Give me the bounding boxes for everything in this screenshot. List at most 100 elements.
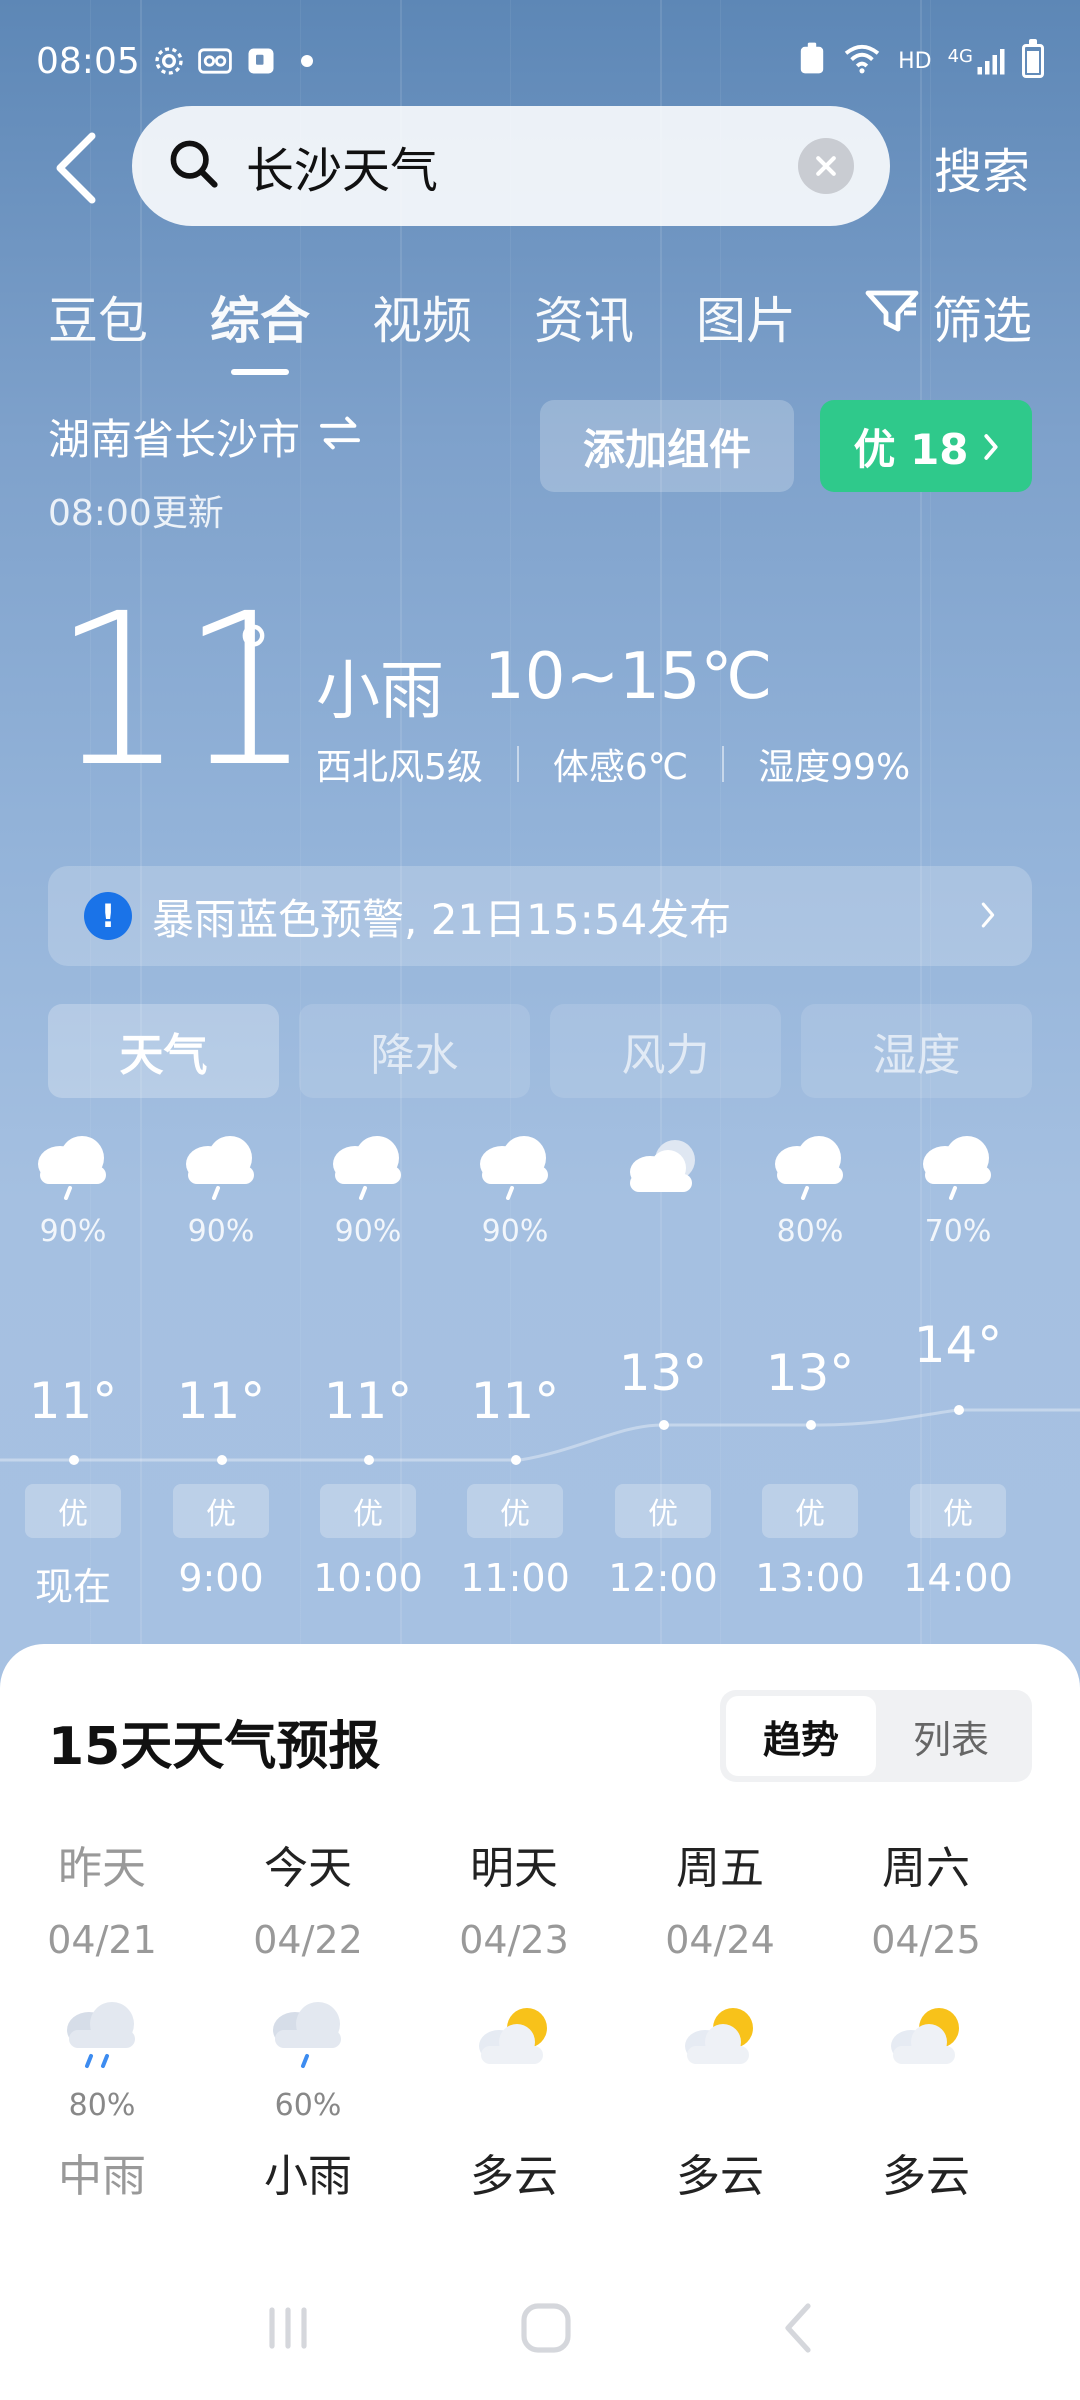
status-bar: 08:05 HD 4G	[36, 36, 1044, 86]
view-toggle: 趋势 列表	[720, 1690, 1032, 1782]
day-name: 昨天	[58, 1843, 146, 1894]
temp-point	[954, 1405, 964, 1415]
tab-video[interactable]: 视频	[372, 281, 472, 353]
tab-wind[interactable]: 风力	[550, 1004, 781, 1098]
day-name: 明天	[470, 1843, 558, 1894]
forecast-sheet: 15天天气预报 趋势 列表 昨天 04/21 80% 中雨 今天 04/22 6…	[0, 1644, 1080, 2400]
partly-cloudy-icon	[826, 1988, 1026, 2088]
aqi-badge[interactable]: 优 18	[820, 400, 1032, 492]
hour-temp: 11°	[28, 1372, 118, 1430]
precip-prob: 90%	[39, 1214, 107, 1249]
temp-point	[511, 1455, 521, 1465]
temp-range: 10~15℃	[484, 640, 773, 714]
precip-prob: 90%	[481, 1214, 549, 1249]
location-switcher[interactable]: 湖南省长沙市	[48, 406, 362, 467]
precip-prob: 90%	[187, 1214, 255, 1249]
day-precip-prob	[414, 2088, 614, 2126]
weather-warning[interactable]: ! 暴雨蓝色预警, 21日15:54发布	[48, 866, 1032, 966]
recycle-icon	[798, 41, 826, 81]
chevron-right-icon	[980, 893, 996, 939]
temp-point	[69, 1455, 79, 1465]
rain-cloud-icon	[8, 1120, 138, 1210]
hour-label: 现在	[34, 1565, 111, 1609]
current-condition: 小雨	[316, 655, 444, 729]
hour-label: 11:00	[460, 1556, 570, 1600]
air-quality-badge: 优	[320, 1484, 416, 1538]
location-name: 湖南省长沙市	[48, 415, 301, 464]
filter-label: 筛选	[932, 292, 1032, 350]
alert-icon: !	[84, 892, 132, 940]
cloudy-icon	[598, 1120, 728, 1210]
media-icon	[244, 44, 278, 78]
hour-label: 12:00	[608, 1556, 718, 1600]
warning-text: 暴雨蓝色预警, 21日15:54发布	[152, 894, 732, 944]
swap-icon	[318, 412, 362, 461]
tab-doubao[interactable]: 豆包	[48, 281, 148, 353]
day-name: 周六	[882, 1843, 970, 1894]
forecast-day[interactable]: 周五 04/24 多云	[620, 1832, 820, 2204]
day-condition: 中雨	[58, 2151, 146, 2202]
rain-cloud-icon	[303, 1120, 433, 1210]
back-nav-button[interactable]	[778, 2300, 818, 2360]
humidity-info: 湿度99%	[758, 747, 911, 788]
search-button[interactable]: 搜索	[934, 132, 1030, 202]
temp-point	[217, 1455, 227, 1465]
precip-prob	[598, 1214, 728, 1250]
tab-news[interactable]: 资讯	[534, 281, 634, 353]
back-button[interactable]	[48, 128, 104, 208]
day-precip-prob: 80%	[68, 2088, 136, 2123]
air-quality-badge: 优	[910, 1484, 1006, 1538]
day-condition: 小雨	[264, 2151, 352, 2202]
tab-precipitation[interactable]: 降水	[299, 1004, 530, 1098]
aqi-label: 优 18	[853, 424, 969, 474]
day-date: 04/24	[665, 1918, 775, 1962]
toggle-trend[interactable]: 趋势	[726, 1696, 876, 1776]
battery-icon	[1022, 39, 1044, 78]
clear-search-button[interactable]	[798, 138, 854, 194]
chevron-right-icon	[983, 422, 999, 471]
hour-temp: 11°	[176, 1372, 266, 1430]
settings-icon	[152, 44, 186, 78]
rain-cloud-icon	[893, 1120, 1023, 1210]
wifi-icon	[842, 42, 882, 80]
forecast-day[interactable]: 今天 04/22 60% 小雨	[208, 1832, 408, 2204]
tab-weather[interactable]: 天气	[48, 1004, 279, 1098]
day-name: 周五	[676, 1843, 764, 1894]
hour-temp: 13°	[618, 1344, 708, 1402]
hourly-forecast[interactable]: 90% 11° 优 现在 90% 11° 优 9:00 90% 11° 优 10…	[0, 1120, 1080, 1620]
day-precip-prob	[826, 2088, 1026, 2126]
moderate-rain-icon	[2, 1988, 202, 2088]
temp-point	[659, 1420, 669, 1430]
tab-images[interactable]: 图片	[696, 281, 796, 353]
tab-all[interactable]: 综合	[210, 281, 310, 353]
rain-cloud-icon	[156, 1120, 286, 1210]
precip-prob: 80%	[776, 1214, 844, 1249]
partly-cloudy-icon	[414, 1988, 614, 2088]
hour-item: 90% 11° 优 9:00	[156, 1120, 286, 1600]
search-input[interactable]: 长沙天气	[246, 131, 798, 201]
divider	[722, 746, 725, 782]
notification-dot-icon	[290, 44, 324, 78]
filter-icon	[864, 287, 920, 347]
recent-apps-button[interactable]	[262, 2302, 314, 2358]
search-icon	[168, 138, 220, 194]
metric-tabs: 天气 降水 风力 湿度	[48, 1004, 1032, 1098]
forecast-day[interactable]: 周六 04/25 多云	[826, 1832, 1026, 2204]
toggle-list[interactable]: 列表	[876, 1696, 1026, 1776]
temp-point	[364, 1455, 374, 1465]
precip-prob: 70%	[924, 1214, 992, 1249]
forecast-day[interactable]: 昨天 04/21 80% 中雨	[2, 1832, 202, 2204]
divider	[516, 746, 519, 782]
day-name: 今天	[264, 1843, 352, 1894]
hour-item: 90% 11° 优 11:00	[450, 1120, 580, 1600]
home-button[interactable]	[518, 2300, 574, 2360]
current-details: 西北风5级 体感6℃ 湿度99%	[316, 738, 910, 790]
air-quality-badge: 优	[762, 1484, 858, 1538]
forecast-day[interactable]: 明天 04/23 多云	[414, 1832, 614, 2204]
tab-humidity[interactable]: 湿度	[801, 1004, 1032, 1098]
filter-button[interactable]: 筛选	[864, 281, 1032, 353]
voicemail-icon	[197, 44, 232, 78]
add-widget-button[interactable]: 添加组件	[540, 400, 794, 492]
day-condition: 多云	[882, 2151, 970, 2202]
search-bar[interactable]: 长沙天气	[132, 106, 890, 226]
